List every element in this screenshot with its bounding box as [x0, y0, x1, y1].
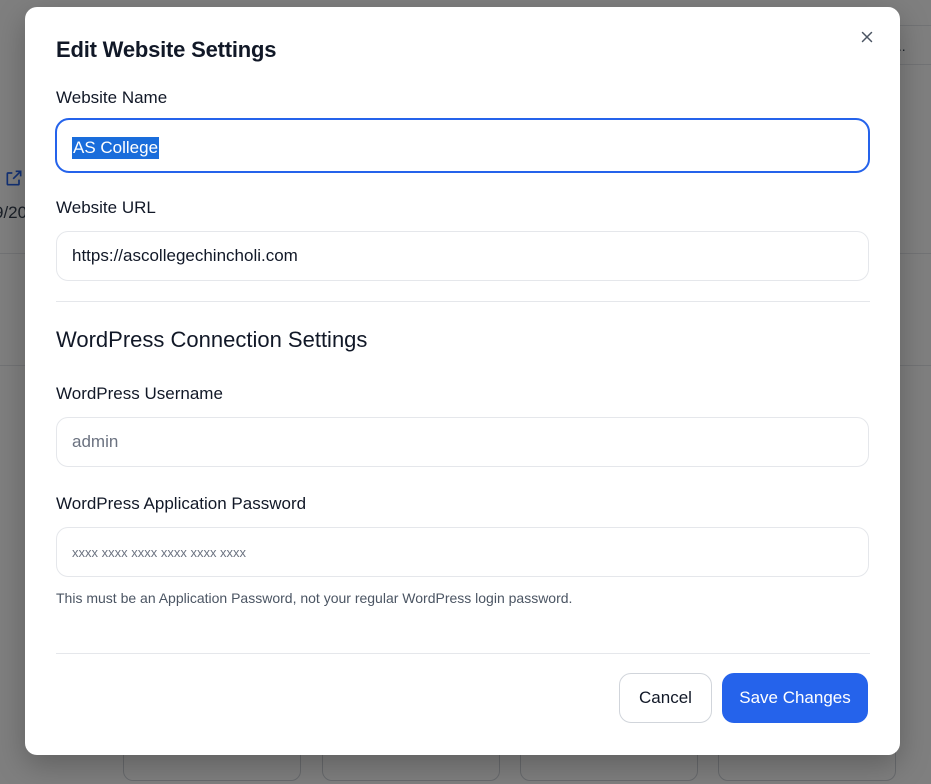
website-name-label: Website Name — [56, 88, 168, 107]
password-hint: This must be an Application Password, no… — [56, 590, 573, 606]
website-name-input[interactable] — [55, 118, 870, 173]
modal-title: Edit Website Settings — [56, 37, 277, 62]
cancel-button[interactable]: Cancel — [619, 673, 712, 723]
website-url-label: Website URL — [56, 198, 156, 217]
section-divider — [56, 301, 870, 302]
website-name-selection: AS College — [72, 137, 160, 159]
wp-app-password-input[interactable] — [56, 527, 869, 577]
wp-username-input[interactable] — [56, 417, 869, 467]
edit-website-modal: Edit Website Settings Website Name AS Co… — [25, 7, 900, 755]
close-icon[interactable] — [856, 27, 878, 49]
footer-divider — [56, 653, 870, 654]
section-title: WordPress Connection Settings — [56, 327, 368, 352]
website-url-input[interactable] — [56, 231, 869, 281]
wp-username-label: WordPress Username — [56, 384, 223, 403]
save-changes-button[interactable]: Save Changes — [722, 673, 868, 723]
wp-app-password-label: WordPress Application Password — [56, 494, 307, 513]
